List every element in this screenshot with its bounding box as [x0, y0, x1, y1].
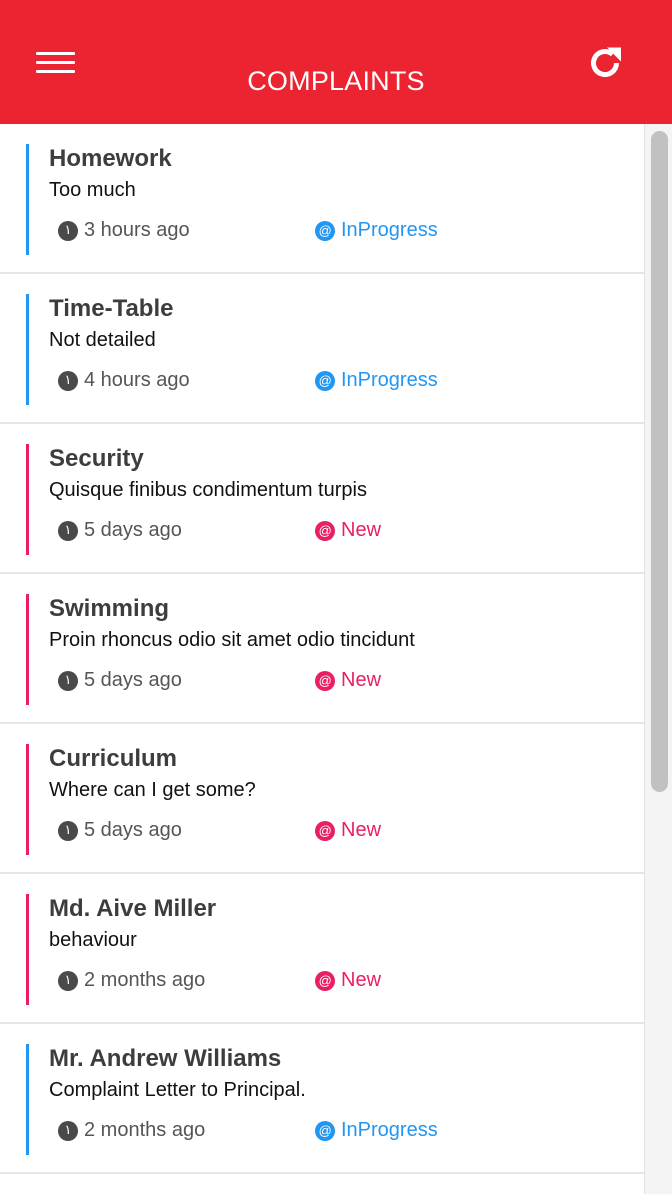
complaint-time: ١ 5 days ago	[58, 519, 182, 542]
at-icon: @	[315, 820, 335, 841]
complaint-subject: Swimming	[49, 595, 170, 622]
status-accent-bar	[26, 894, 29, 1005]
status-badge: @ InProgress	[315, 219, 438, 242]
complaint-item[interactable]: Time-Table Not detailed ١ 4 hours ago @ InPro…	[0, 274, 644, 424]
complaint-time: ١ 2 months ago	[58, 969, 205, 992]
time-label: 4 hours ago	[84, 369, 190, 391]
status-label: InProgress	[341, 369, 438, 391]
complaint-item[interactable]: Swimming Proin rhoncus odio sit amet odio…	[0, 574, 644, 724]
status-accent-bar	[26, 294, 29, 405]
time-label: 5 days ago	[84, 519, 182, 541]
clock-icon: ١	[58, 370, 78, 391]
complaint-subject: Time-Table	[49, 295, 174, 322]
complaint-subject: Security	[49, 445, 144, 472]
status-label: InProgress	[341, 1119, 438, 1141]
page-title: COMPLAINTS	[247, 66, 425, 96]
time-label: 2 months ago	[84, 1119, 206, 1141]
complaint-time: ١ 5 days ago	[58, 819, 182, 842]
at-icon: @	[315, 520, 335, 541]
status-badge: @ InProgress	[315, 369, 438, 392]
complaint-description: behaviour	[49, 929, 137, 951]
complaint-item[interactable]: Security Quisque finibus condimentum turp…	[0, 424, 644, 574]
clock-icon: ١	[58, 520, 78, 541]
status-label: New	[341, 819, 382, 841]
status-label: New	[341, 519, 382, 541]
scrollbar-thumb[interactable]	[651, 131, 668, 792]
status-label: New	[341, 669, 382, 691]
time-label: 3 hours ago	[84, 219, 190, 241]
time-label: 5 days ago	[84, 669, 182, 691]
status-accent-bar	[26, 1044, 29, 1155]
complaint-time: ١ 3 hours ago	[58, 219, 190, 242]
complaint-description: Quisque finibus condimentum turpis	[49, 479, 367, 501]
clock-icon: ١	[58, 820, 78, 841]
complaint-description: Not detailed	[49, 329, 156, 351]
complaint-description: Complaint Letter to Principal.	[49, 1079, 306, 1101]
at-icon: @	[315, 370, 335, 391]
complaint-description: Too much	[49, 179, 136, 201]
complaint-subject: Homework	[49, 145, 172, 172]
clock-icon: ١	[58, 670, 78, 691]
time-label: 2 months ago	[84, 969, 206, 991]
clock-icon: ١	[58, 970, 78, 991]
complaint-item[interactable]: Curriculum Where can I get some? ١ 5 days a…	[0, 724, 644, 874]
complaint-subject: Md. Aive Miller	[49, 895, 217, 922]
app-header: COMPLAINTS	[0, 0, 672, 124]
clock-icon: ١	[58, 1120, 78, 1141]
time-label: 5 days ago	[84, 819, 182, 841]
complaint-time: ١ 4 hours ago	[58, 369, 190, 392]
status-badge: @ New	[315, 519, 381, 542]
status-badge: @ InProgress	[315, 1119, 438, 1142]
refresh-icon[interactable]	[586, 44, 624, 82]
status-badge: @ New	[315, 669, 381, 692]
status-label: InProgress	[341, 219, 438, 241]
status-accent-bar	[26, 594, 29, 705]
complaint-description: Where can I get some?	[49, 779, 256, 801]
complaint-description: Proin rhoncus odio sit amet odio tincidu…	[49, 629, 415, 651]
at-icon: @	[315, 970, 335, 991]
complaint-item[interactable]: Md. Aive Miller behaviour ١ 2 months ago @ Ne…	[0, 874, 644, 1024]
complaint-item[interactable]: Mr. Andrew Williams Complaint Letter to P…	[0, 1024, 644, 1174]
status-accent-bar	[26, 444, 29, 555]
complaint-subject: Mr. Andrew Williams	[49, 1045, 282, 1072]
status-accent-bar	[26, 144, 29, 255]
at-icon: @	[315, 670, 335, 691]
complaint-time: ١ 5 days ago	[58, 669, 182, 692]
status-label: New	[341, 969, 382, 991]
complaint-time: ١ 2 months ago	[58, 1119, 205, 1142]
complaint-list: Homework Too much ١ 3 hours ago @ InProgress T…	[0, 124, 644, 1194]
complaint-item[interactable]: Homework Too much ١ 3 hours ago @ InProgress	[0, 124, 644, 274]
status-badge: @ New	[315, 819, 381, 842]
complaint-subject: Curriculum	[49, 745, 178, 772]
clock-icon: ١	[58, 220, 78, 241]
status-accent-bar	[26, 744, 29, 855]
status-badge: @ New	[315, 969, 381, 992]
at-icon: @	[315, 220, 335, 241]
at-icon: @	[315, 1120, 335, 1141]
